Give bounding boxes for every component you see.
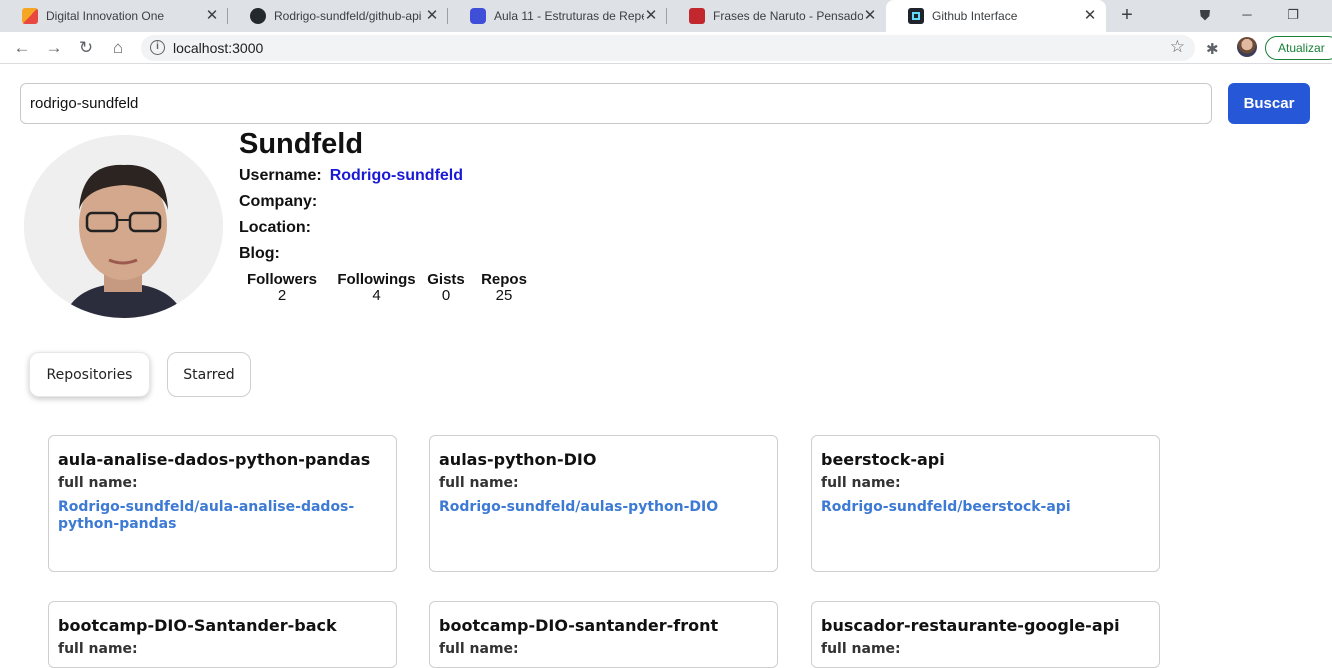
browser-tab-title: Frases de Naruto - Pensador xyxy=(713,9,863,23)
info-icon[interactable]: i xyxy=(150,40,165,55)
browser-tab-title: Rodrigo-sundfeld/github-api xyxy=(274,9,422,23)
profile-name: Sundfeld xyxy=(239,128,364,160)
close-icon[interactable]: ✕ xyxy=(643,8,659,24)
repo-full-name-label: full name: xyxy=(439,641,519,657)
stat-value: 2 xyxy=(277,287,287,304)
tab-repositories[interactable]: Repositories xyxy=(29,352,150,397)
username-row: Username: Rodrigo-sundfeld xyxy=(239,167,463,185)
back-icon[interactable]: ← xyxy=(12,38,32,58)
browser-tab-active[interactable]: Github Interface ✕ xyxy=(886,0,1106,32)
shield-icon[interactable]: ⛊ xyxy=(1190,4,1220,26)
address-bar[interactable]: i localhost:3000 ☆ xyxy=(141,35,1195,61)
repo-link[interactable]: Rodrigo-sundfeld/aula-analise-dados-pyth… xyxy=(58,499,387,533)
repo-title: beerstock-api xyxy=(821,450,945,469)
quote-icon xyxy=(689,8,705,24)
page-content: Buscar Sundfeld Username: Rodrigo-sundfel… xyxy=(0,65,1332,668)
browser-tab[interactable]: Digital Innovation One ✕ xyxy=(0,0,228,32)
repo-title: aulas-python-DIO xyxy=(439,450,597,469)
search-button[interactable]: Buscar xyxy=(1228,83,1310,124)
repo-full-name-label: full name: xyxy=(58,475,138,491)
forward-icon[interactable]: → xyxy=(44,38,64,58)
stat-followings: Followings 4 xyxy=(327,271,426,304)
company-row: Company: xyxy=(239,193,325,211)
close-icon[interactable]: ✕ xyxy=(424,8,440,24)
repo-full-name-label: full name: xyxy=(58,641,138,657)
repo-card[interactable]: bootcamp-DIO-santander-front full name: xyxy=(429,601,778,668)
tab-starred[interactable]: Starred xyxy=(167,352,251,397)
play-icon xyxy=(470,8,486,24)
stat-gists: Gists 0 xyxy=(421,271,471,304)
browser-tab-title: Aula 11 - Estruturas de Repeti xyxy=(494,9,644,23)
profile-stats: Followers 2 Followings 4 Gists 0 Repos 2… xyxy=(242,271,534,304)
repo-full-name-label: full name: xyxy=(821,475,901,491)
repo-card[interactable]: bootcamp-DIO-Santander-back full name: xyxy=(48,601,397,668)
location-label: Location: xyxy=(239,219,311,236)
extensions-icon[interactable]: ✱ xyxy=(1206,40,1219,58)
avatar-photo xyxy=(24,135,223,318)
search-input[interactable] xyxy=(20,83,1212,124)
stat-value: 4 xyxy=(372,287,381,304)
address-bar-url[interactable]: localhost:3000 xyxy=(173,40,263,56)
repo-title: bootcamp-DIO-santander-front xyxy=(439,616,719,635)
browser-tab-title: Github Interface xyxy=(932,9,1018,23)
repo-title: aula-analise-dados-python-pandas xyxy=(58,450,371,469)
close-icon[interactable]: ✕ xyxy=(204,8,220,24)
home-icon[interactable]: ⌂ xyxy=(108,38,128,58)
github-icon xyxy=(250,8,266,24)
dio-icon xyxy=(22,8,38,24)
repo-card[interactable]: beerstock-api full name: Rodrigo-sundfel… xyxy=(811,435,1160,572)
user-avatar xyxy=(24,135,223,318)
location-row: Location: xyxy=(239,219,319,237)
new-tab-icon[interactable]: + xyxy=(1116,5,1138,27)
stat-label: Followings xyxy=(337,271,416,288)
browser-tab-strip: Digital Innovation One ✕ Rodrigo-sundfel… xyxy=(0,0,1332,32)
browser-tab[interactable]: Rodrigo-sundfeld/github-api ✕ xyxy=(228,0,448,32)
repo-title: bootcamp-DIO-Santander-back xyxy=(58,616,337,635)
avatar[interactable] xyxy=(1237,37,1257,57)
minimize-icon[interactable]: ─ xyxy=(1232,4,1262,26)
stat-value: 0 xyxy=(441,287,451,304)
blog-label: Blog: xyxy=(239,245,280,262)
browser-tab[interactable]: Frases de Naruto - Pensador ✕ xyxy=(667,0,886,32)
repo-link[interactable]: Rodrigo-sundfeld/beerstock-api xyxy=(821,499,1150,516)
repo-card[interactable]: aulas-python-DIO full name: Rodrigo-sund… xyxy=(429,435,778,572)
react-icon xyxy=(908,8,924,24)
close-icon[interactable]: ✕ xyxy=(1082,8,1098,24)
company-label: Company: xyxy=(239,193,318,210)
repo-full-name-label: full name: xyxy=(439,475,519,491)
repo-full-name-label: full name: xyxy=(821,641,901,657)
stat-label: Repos xyxy=(481,271,527,288)
repo-link[interactable]: Rodrigo-sundfeld/aulas-python-DIO xyxy=(439,499,768,516)
repo-card[interactable]: aula-analise-dados-python-pandas full na… xyxy=(48,435,397,572)
update-button[interactable]: Atualizar xyxy=(1265,36,1332,60)
stat-followers: Followers 2 xyxy=(242,271,322,304)
reload-icon[interactable]: ↻ xyxy=(76,38,96,58)
username-link[interactable]: Rodrigo-sundfeld xyxy=(330,167,463,184)
browser-toolbar: ← → ↻ ⌂ i localhost:3000 ☆ ✱ Atualizar xyxy=(0,32,1332,64)
repo-card[interactable]: buscador-restaurante-google-api full nam… xyxy=(811,601,1160,668)
stat-value: 25 xyxy=(495,287,513,304)
star-icon[interactable]: ☆ xyxy=(1170,37,1185,57)
username-label: Username: xyxy=(239,167,322,184)
repo-title: buscador-restaurante-google-api xyxy=(821,616,1120,635)
blog-row: Blog: xyxy=(239,245,288,263)
restore-icon[interactable]: ❐ xyxy=(1278,4,1308,26)
stat-label: Gists xyxy=(427,271,465,288)
stat-repos: Repos 25 xyxy=(474,271,534,304)
browser-tab[interactable]: Aula 11 - Estruturas de Repeti ✕ xyxy=(448,0,667,32)
close-icon[interactable]: ✕ xyxy=(862,8,878,24)
browser-tab-title: Digital Innovation One xyxy=(46,9,165,23)
stat-label: Followers xyxy=(246,271,317,288)
